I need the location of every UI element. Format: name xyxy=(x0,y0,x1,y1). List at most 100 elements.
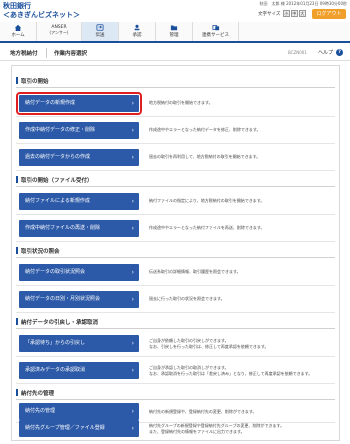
nav-transfer-label: 伝送 xyxy=(95,33,105,38)
chevron-right-icon: › xyxy=(131,198,134,205)
title-divider xyxy=(46,48,47,58)
row-description: 作成途中やエラーとなった納付ファイルを再送、削除できます。 xyxy=(149,225,265,230)
section-marker xyxy=(16,389,18,396)
link-icon xyxy=(212,25,219,31)
button-label: 作成中納付データの修正・削除 xyxy=(25,127,96,133)
row-description-line1: ご自身が依頼した取引の引戻しができます。 xyxy=(149,338,229,343)
button-label: 作成中納付ファイルの再送・削除 xyxy=(25,225,101,231)
cancel-approval-button[interactable]: 承認済みデータの承認取消 › xyxy=(19,362,139,379)
nav-transfer[interactable]: 伝送 xyxy=(82,22,119,41)
edit-draft-payment-button[interactable]: 作成中納付データの修正・削除 › xyxy=(19,122,139,139)
resend-file-button[interactable]: 作成中納付ファイルの再送・削除 › xyxy=(19,220,139,237)
list-item: 納付データの新規作成 › 地方税納付の取引を開始できます。 xyxy=(16,90,335,117)
nav-manage[interactable]: 管理 xyxy=(156,22,193,41)
chevron-right-icon: › xyxy=(131,269,134,276)
home-icon xyxy=(14,24,22,31)
chevron-right-icon: › xyxy=(131,425,134,432)
row-description-line2: なお、承認取消を行った取引は「差戻し済み」となり、修正して再度承認を依頼できます… xyxy=(149,371,313,376)
nav-manage-label: 管理 xyxy=(169,33,179,38)
section-title-withdraw: 納付データの引戻し・承認取消 xyxy=(21,320,99,326)
chevron-right-icon: › xyxy=(131,367,134,374)
nav-anser[interactable]: ANSER (アンサー) xyxy=(37,22,82,41)
payee-group-button[interactable]: 納付先グループ管理／ファイル登録 › xyxy=(19,420,139,437)
button-label: 納付先の管理 xyxy=(25,408,56,414)
section-title-payee: 納付先の管理 xyxy=(21,391,55,397)
section-divider xyxy=(16,328,335,329)
row-description-line1: ご自身が承認した取引の取消しができます。 xyxy=(149,365,229,370)
new-payment-data-button[interactable]: 納付データの新規作成 › xyxy=(16,92,142,115)
row-description: ご自身が依頼した取引の引戻しができます。 なお、引戻しを行った取引は、修正して再度… xyxy=(149,338,268,350)
daily-monthly-status-button[interactable]: 納付データの日別・月別状況照会 › xyxy=(19,291,139,308)
chevron-right-icon: › xyxy=(131,154,134,161)
help-icon[interactable]: ? xyxy=(336,49,343,56)
list-item: 作成中納付ファイルの再送・削除 › 作成途中やエラーとなった納付ファイルを再送、削… xyxy=(16,215,335,242)
button-label: 「承認待ち」からの引戻し xyxy=(25,340,86,346)
row-description-line2: なお、引戻しを行った取引は、修正して再度承認を依頼できます。 xyxy=(149,344,269,349)
folder-icon xyxy=(170,25,178,31)
screen-code: BCZN001 xyxy=(288,50,307,55)
section-title-file: 取引の開始（ファイル受付） xyxy=(21,178,93,184)
nav-approve[interactable]: 承認 xyxy=(119,22,156,41)
nav-linked-services-label: 連携サービス xyxy=(202,33,229,38)
list-item: 納付先グループ管理／ファイル登録 › 納付先グループの新規登録や登録納付先グループ… xyxy=(16,418,335,440)
chevron-right-icon: › xyxy=(131,127,134,134)
button-label: 過去の納付データからの作成 xyxy=(25,154,91,160)
list-item: 納付ファイルによる新規作成 › 納付ファイルの指定により、地方税納付の取引を開始で… xyxy=(16,188,335,215)
font-size-control: 文字サイズ 小中大 xyxy=(258,10,306,17)
section-marker xyxy=(16,77,18,84)
row-description-line1: 納付先グループの新規登録や登録納付先グループの変更、削除ができます。 xyxy=(149,423,285,428)
nav-anser-sublabel: (アンサー) xyxy=(49,30,69,35)
list-item: 承認済みデータの承認取消 › ご自身が承認した取引の取消しができます。 なお、承認取… xyxy=(16,357,335,384)
row-description: 地方税納付の取引を開始できます。 xyxy=(149,100,213,105)
list-item: 「承認待ち」からの引戻し › ご自身が依頼した取引の引戻しができます。 なお、引戻し… xyxy=(16,330,335,357)
nav-home[interactable]: ホーム xyxy=(0,22,37,41)
transaction-status-button[interactable]: 納付データの取引状況照会 › xyxy=(19,264,139,281)
logout-button[interactable]: ログアウト xyxy=(312,9,346,19)
font-size-label: 文字サイズ xyxy=(258,12,281,17)
withdraw-pending-button[interactable]: 「承認待ち」からの引戻し › xyxy=(19,335,139,352)
content-panel: 取引の開始 納付データの新規作成 › 地方税納付の取引を開始できます。 作成中納付… xyxy=(11,65,340,441)
section-marker xyxy=(16,176,18,183)
list-item: 納付データの取引状況照会 › 伝送系取引の詳細情報、取引履歴を照会できます。 xyxy=(16,259,335,286)
row-description: 過去に行った取引の状況を照会できます。 xyxy=(149,296,225,301)
row-description-line2: また、登録納付先の情報をファイルに出力できます。 xyxy=(149,429,245,434)
section-divider xyxy=(16,257,335,258)
button-label: 納付先グループ管理／ファイル登録 xyxy=(25,425,105,431)
chevron-right-icon: › xyxy=(131,100,134,107)
nav-approve-label: 承認 xyxy=(132,33,142,38)
user-name: 秋田 太郎 様 xyxy=(259,1,285,6)
stamp-icon xyxy=(134,24,140,31)
page-title-bar: 地方税納付 作業内容選択 BCZN001 ヘルプ ? xyxy=(0,45,350,61)
nav-linked-services[interactable]: 連携サービス xyxy=(193,22,239,41)
font-size-medium-button[interactable]: 中 xyxy=(290,10,298,17)
transfer-icon xyxy=(96,24,104,31)
create-from-past-button[interactable]: 過去の納付データからの作成 › xyxy=(19,149,139,166)
new-from-file-button[interactable]: 納付ファイルによる新規作成 › xyxy=(19,193,139,210)
page-title: 作業内容選択 xyxy=(54,51,88,57)
list-item: 過去の納付データからの作成 › 過去の取引を再利用して、地方税納付の取引を開始でき… xyxy=(16,144,335,171)
nav-home-label: ホーム xyxy=(11,33,25,38)
font-size-large-button[interactable]: 大 xyxy=(298,10,306,17)
list-item: 納付データの日別・月別状況照会 › 過去に行った取引の状況を照会できます。 xyxy=(16,286,335,313)
button-label: 納付データの新規作成 xyxy=(25,100,76,106)
button-label: 納付データの日別・月別状況照会 xyxy=(25,296,101,302)
breadcrumb-category: 地方税納付 xyxy=(10,51,38,57)
row-description: 作成途中やエラーとなった納付データを修正、削除できます。 xyxy=(149,127,261,132)
help-link[interactable]: ヘルプ xyxy=(318,49,333,56)
font-size-small-button[interactable]: 小 xyxy=(282,10,290,17)
button-label: 納付データの取引状況照会 xyxy=(25,269,86,275)
section-marker xyxy=(16,318,18,325)
button-label: 承認済みデータの承認取消 xyxy=(25,367,86,373)
header: 秋田銀行 ＜あきぎんビズネット＞ 秋田 太郎 様 2012年01月23日 09時… xyxy=(0,0,350,21)
chevron-right-icon: › xyxy=(131,340,134,347)
button-label: 納付ファイルによる新規作成 xyxy=(25,198,90,204)
row-description: 納付先グループの新規登録や登録納付先グループの変更、削除ができます。 また、登録納… xyxy=(149,423,284,435)
row-description: ご自身が承認した取引の取消しができます。 なお、承認取消を行った取引は「差戻し済み… xyxy=(149,365,312,377)
list-item: 作成中納付データの修正・削除 › 作成途中やエラーとなった納付データを修正、削除で… xyxy=(16,117,335,144)
chevron-right-icon: › xyxy=(131,296,134,303)
last-login: 2012年01月23日 09時30分00秒 xyxy=(286,1,347,6)
section-marker xyxy=(16,247,18,254)
row-description: 伝送系取引の詳細情報、取引履歴を照会できます。 xyxy=(149,269,241,274)
section-divider xyxy=(16,186,335,187)
section-title-status: 取引状況の照会 xyxy=(21,249,60,255)
